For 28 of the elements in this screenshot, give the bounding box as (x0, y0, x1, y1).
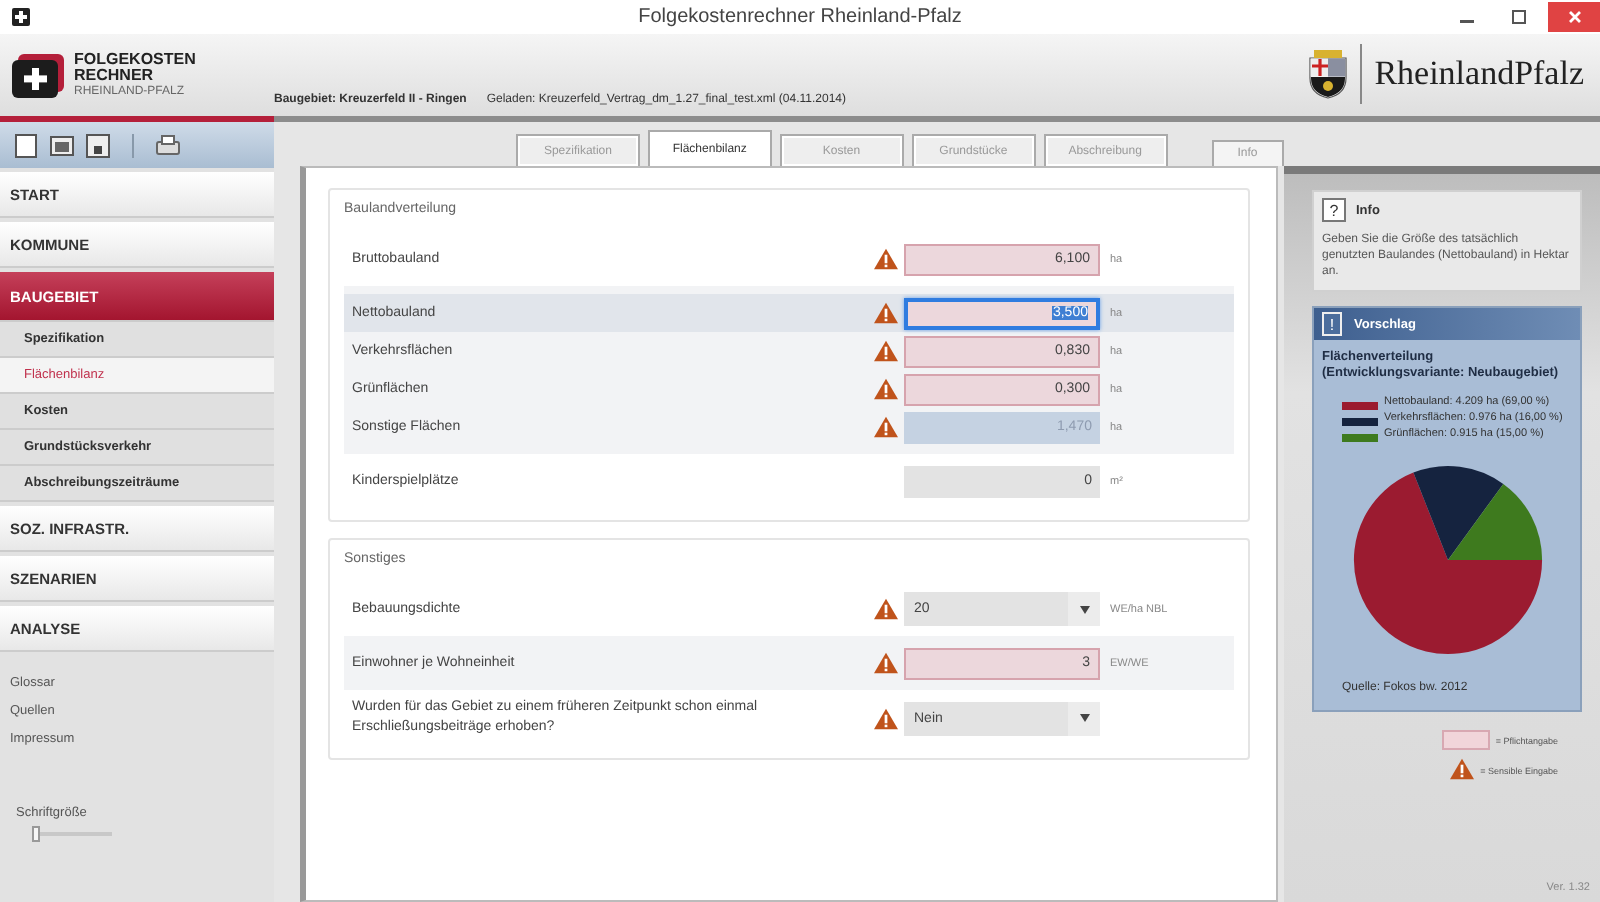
maximize-icon[interactable] (1511, 10, 1525, 24)
window-title: Folgekostenrechner Rheinland-Pfalz (638, 6, 962, 28)
warning-icon (874, 378, 898, 400)
logo-text: FOLGEKOSTEN (74, 51, 196, 67)
warning-icon (874, 652, 898, 674)
warning-icon (874, 340, 898, 362)
logo-text: RECHNER (74, 67, 156, 83)
help-icon: ? (1322, 198, 1346, 222)
warning-icon (874, 707, 898, 729)
warning-icon (874, 302, 898, 324)
font-size-slider[interactable] (32, 826, 40, 842)
logo-icon (12, 53, 64, 97)
app-icon (12, 8, 30, 26)
coat-of-arms-icon (1308, 48, 1349, 100)
warning-icon (874, 598, 898, 620)
warning-icon (1450, 758, 1475, 780)
alert-icon: ! (1322, 312, 1342, 336)
caret-icon (1079, 714, 1089, 722)
save-icon[interactable] (84, 131, 112, 159)
print-icon[interactable] (154, 131, 182, 159)
folder-icon[interactable] (48, 131, 76, 159)
brand-name: RheinlandPfalz (1374, 54, 1584, 94)
warning-icon (874, 248, 898, 270)
close-button[interactable] (1548, 2, 1600, 32)
new-file-icon[interactable] (12, 131, 40, 159)
warning-icon (874, 416, 898, 438)
close-icon (1567, 10, 1581, 24)
caret-icon (1079, 605, 1089, 613)
